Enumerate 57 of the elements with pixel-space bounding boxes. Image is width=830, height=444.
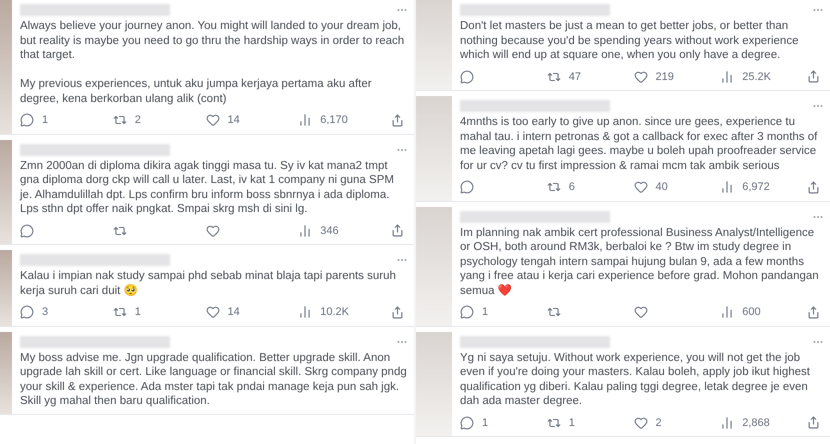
like-icon[interactable] [634,305,648,320]
reply-icon[interactable] [460,416,474,430]
share-icon[interactable] [391,306,404,319]
like-icon[interactable] [206,305,220,320]
stat-count: 1 [482,305,488,320]
share-icon[interactable] [391,224,404,238]
reply-icon[interactable] [20,305,34,320]
stat-count: 10.2K [320,305,349,320]
tweet-text: Don't let masters be just a mean to get better jobs, or better than nothing because you'd be spending years without work experience which will end up at square one, when you only have a degree. [460,19,800,62]
tweet-text: My boss advise me. Jgn upgrade qualification. Better upgrade skill. Anon upgrade lah skill or cert. Like language or financial skill. Skrg company pndg your skill & experience. Ada mster tapi tak pndai manage keja pun sah jgk. Skill yg mahal then baru qualification. [20,350,408,408]
tweet-text: Zmn 2000an di diploma dikira agak tinggi masa tu. Sy iv kat mana2 tmpt gna diploma dorg ckp will call u later. Last, iv kat 1 company ni guna SPM je. Alhamdulillah dpt. Lps confirm bru inform boss sbnrnya i ada diploma. Lps sthn dpt offer naik pngkat. Smpai skrg msh di sini lg. [20,158,395,216]
reply-icon[interactable] [20,224,34,238]
stat-count: 40 [656,180,668,195]
tweet-text: 4mnths is too early to give up anon. since ure gees, experience tu mahal tau. i intern petronas & got a callback for exec after 3 months of me leaving apetah lagi gees. maybe u boleh upah proofreader service for ur cv? cv tu first impression & ramai mcm tak ambik serious [460,115,818,173]
stat-count: 600 [742,305,761,320]
tweet-text: Yg ni saya setuju. Without work experience, you will not get the job even if you're doing your masters. Kalau boleh, apply job ikut highest qualification yg diberi. Kalau paling tggi degree, letak degree je even dah ada master degree. [460,350,811,408]
share-icon[interactable] [807,416,820,430]
stat-count: 2 [656,416,662,430]
stat-count: 1 [134,305,141,320]
stat-count: 1 [482,416,488,430]
stat-count: 14 [228,113,240,128]
stat-count: 2 [134,113,141,128]
like-icon[interactable] [206,113,220,128]
share-icon[interactable] [807,306,820,319]
share-icon[interactable] [391,114,404,127]
stat-count: 2,868 [742,416,770,430]
like-icon[interactable] [634,70,648,84]
reply-icon[interactable] [460,70,474,84]
like-icon[interactable] [634,416,648,430]
stat-count: 1 [568,416,575,430]
views-icon[interactable] [720,416,734,430]
views-icon[interactable] [720,70,734,84]
share-icon[interactable] [807,70,820,84]
views-icon[interactable] [298,113,312,128]
stat-count: 6 [568,180,575,195]
stat-count: 6,170 [320,113,348,128]
reply-icon[interactable] [460,305,474,320]
like-icon[interactable] [206,224,220,238]
like-icon[interactable] [634,180,648,194]
views-icon[interactable] [720,180,734,194]
tweet-text: Always believe your journey anon. You might will landed to your dream job, but reality is maybe you need to go thru the hardship ways in order to reach that target. My previous experiences, untuk aku jumpa kerjaya pertama aku after degree, kena berkorban ulang alik (cont) [20,19,406,106]
stat-count: 346 [320,224,339,238]
tweet-text: Im planning nak ambik cert professional Business Analyst/Intelligence or OSH, both around RM3k, berbaloi ke ? Btw im study degree in psychology tengah intern sampai hujung bulan 9, ada a few months yang i free atau i kerja cari experience before grad. Mohon pandangan semua ❤ [460,226,820,298]
stat-count: 3 [42,305,48,320]
share-icon[interactable] [807,180,820,194]
views-icon[interactable] [298,305,312,320]
stat-count: 47 [568,70,581,84]
stat-count: 25.2K [742,70,771,84]
views-icon[interactable] [720,305,734,320]
views-icon[interactable] [298,224,312,238]
reply-icon[interactable] [460,180,474,194]
tweet-text: Kalau i impian nak study sampai phd sebab minat blaja tapi parents suruh kerja suruh cari duit 🥺 [20,269,397,298]
stat-count: 6,972 [742,180,770,195]
stat-count: 14 [228,305,240,320]
reply-icon[interactable] [20,113,34,128]
stat-count: 1 [42,113,48,128]
stat-count: 219 [656,70,674,84]
